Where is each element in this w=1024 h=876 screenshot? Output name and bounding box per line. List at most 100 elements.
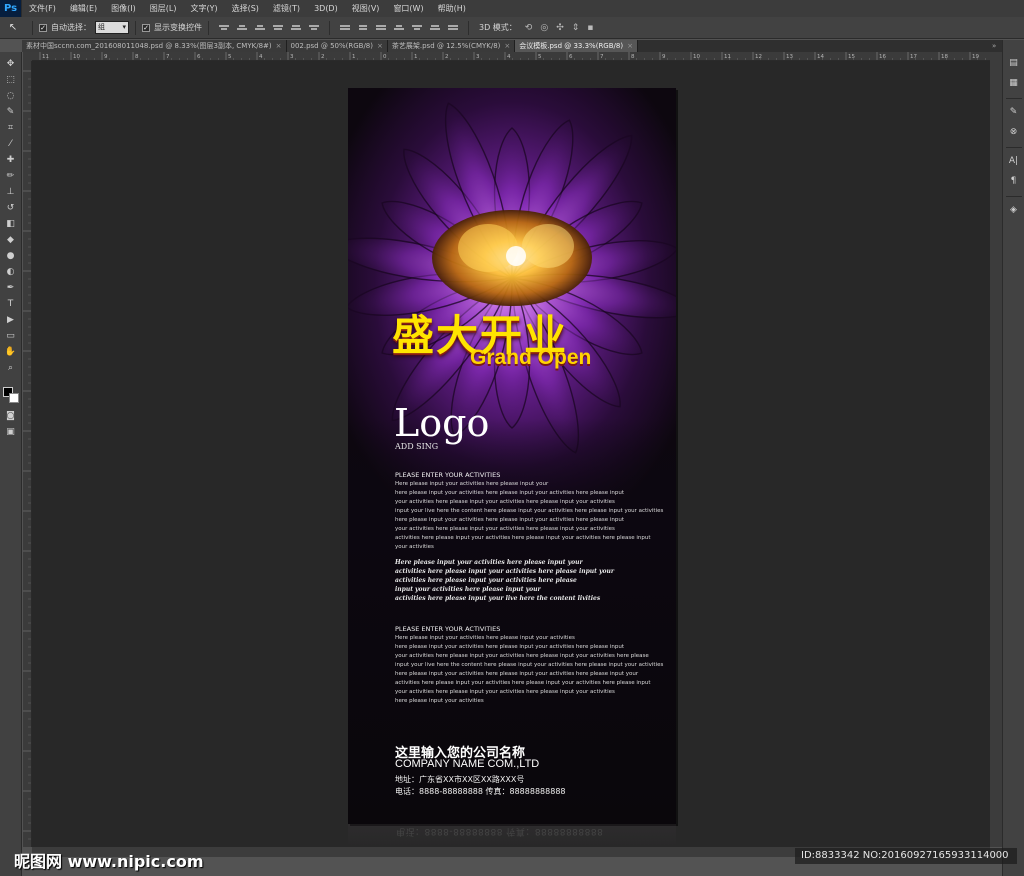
zoom-tool-icon[interactable]: ⌕ [2, 360, 20, 376]
ruler-origin[interactable] [23, 52, 32, 61]
path-selection-tool-icon[interactable]: ▶ [2, 312, 20, 328]
reflection-text: 电话：8888-88888888 传真：88888888888 [396, 826, 604, 836]
healing-brush-tool-icon[interactable]: ✚ [2, 152, 20, 168]
divider [208, 20, 209, 35]
distribute-right-icon[interactable] [429, 22, 441, 34]
paint-bucket-tool-icon[interactable]: ◆ [2, 232, 20, 248]
close-icon[interactable]: × [276, 42, 282, 50]
eraser-tool-icon[interactable]: ◧ [2, 216, 20, 232]
tabs-overflow-icon[interactable]: » [992, 40, 1002, 52]
history-brush-tool-icon[interactable]: ↺ [2, 200, 20, 216]
poster-logo-subtitle[interactable]: ADD SING [395, 442, 438, 451]
clone-stamp-tool-icon[interactable]: ⊥ [2, 184, 20, 200]
menu-3d[interactable]: 3D(D) [307, 0, 345, 17]
align-vcenter-icon[interactable] [236, 22, 248, 34]
body-line: activities here please input your live h… [395, 595, 601, 602]
3d-panel-icon[interactable]: ◈ [1005, 201, 1023, 219]
close-icon[interactable]: × [377, 42, 383, 50]
poster-title-english[interactable]: Grand Open [470, 346, 591, 370]
vertical-scrollbar[interactable] [990, 52, 1002, 847]
eyedropper-tool-icon[interactable]: ⁄ [2, 136, 20, 152]
photoshop-logo-icon[interactable]: Ps [0, 0, 22, 17]
close-icon[interactable]: × [627, 42, 633, 50]
close-icon[interactable]: × [504, 42, 510, 50]
auto-align-icon[interactable] [447, 22, 459, 34]
blur-tool-icon[interactable]: ● [2, 248, 20, 264]
align-hcenter-icon[interactable] [290, 22, 302, 34]
auto-select-dropdown[interactable]: 组 [95, 21, 129, 34]
menu-image[interactable]: 图像(I) [104, 0, 143, 17]
marquee-tool-icon[interactable]: ⬚ [2, 72, 20, 88]
3d-slide-icon[interactable]: ⇕ [572, 23, 580, 33]
3d-pan-icon[interactable]: ✣ [556, 23, 564, 33]
move-tool-preset-icon[interactable]: ↖ [0, 17, 26, 39]
tab-document-2[interactable]: 002.psd @ 50%(RGB/8) × [286, 40, 388, 52]
section-italic-body[interactable]: Here please input your activities here p… [395, 558, 614, 603]
company-address[interactable]: 地址：广东省XX市XX区XX路XXX号 [395, 774, 524, 785]
poster-logo[interactable]: Logo [394, 404, 489, 442]
section-title[interactable]: PLEASE ENTER YOUR ACTIVITIES [395, 471, 500, 479]
lasso-tool-icon[interactable]: ◌ [2, 88, 20, 104]
crop-tool-icon[interactable]: ⌗ [2, 120, 20, 136]
tools-panel: ✥ ⬚ ◌ ✎ ⌗ ⁄ ✚ ✏ ⊥ ↺ ◧ ◆ ● ◐ ✒ T ▶ ▭ ✋ ⌕ … [0, 52, 22, 876]
brush-tool-icon[interactable]: ✏ [2, 168, 20, 184]
show-transform-checkbox[interactable]: ✓ 显示变换控件 [142, 22, 202, 33]
align-bottom-icon[interactable] [254, 22, 266, 34]
distribute-left-icon[interactable] [393, 22, 405, 34]
auto-select-checkbox[interactable]: ✓ 自动选择： 组 [39, 21, 129, 34]
menu-filter[interactable]: 滤镜(T) [266, 0, 307, 17]
3d-rotate-icon[interactable]: ⟲ [525, 23, 533, 33]
checkbox-checked-icon: ✓ [39, 23, 47, 32]
color-swatches[interactable] [2, 386, 20, 404]
3d-scale-icon[interactable]: ▪ [587, 23, 593, 33]
quick-select-tool-icon[interactable]: ✎ [2, 104, 20, 120]
distribute-vcenter-icon[interactable] [357, 22, 369, 34]
tab-document-1[interactable]: 素材中国sccnn.com_201608011048.psd @ 8.33%(图… [22, 40, 287, 52]
company-phone[interactable]: 电话：8888-88888888 传真：88888888888 [395, 786, 566, 797]
menu-type[interactable]: 文字(Y) [183, 0, 224, 17]
tab-document-active[interactable]: 会议模板.psd @ 33.3%(RGB/8) × [515, 40, 638, 52]
properties-panel-icon[interactable]: ▦ [1005, 74, 1023, 92]
menu-file[interactable]: 文件(F) [22, 0, 63, 17]
section-title[interactable]: PLEASE ENTER YOUR ACTIVITIES [395, 625, 500, 633]
distribute-hcenter-icon[interactable] [411, 22, 423, 34]
character-panel-icon[interactable]: A| [1005, 152, 1023, 170]
menu-select[interactable]: 选择(S) [225, 0, 266, 17]
brush-panel-icon[interactable]: ✎ [1005, 103, 1023, 121]
poster-canvas[interactable]: 盛大开业 Grand Open Logo ADD SING PLEASE ENT… [348, 88, 676, 824]
history-panel-icon[interactable]: ▤ [1005, 54, 1023, 72]
horizontal-ruler[interactable]: 11 10 9 8 7 6 5 4 3 2 1 0 1 2 3 4 5 6 7 8 9 10 11 12 13 14 15 16 17 1… [32, 52, 990, 61]
move-tool-icon[interactable]: ✥ [2, 56, 20, 72]
rectangle-tool-icon[interactable]: ▭ [2, 328, 20, 344]
distribute-bottom-icon[interactable] [375, 22, 387, 34]
menu-layer[interactable]: 图层(L) [143, 0, 184, 17]
ruler-label: 6 [197, 54, 201, 60]
body-line: here please input your activities here p… [395, 671, 639, 677]
section-body[interactable]: Here please input your activities here p… [395, 480, 663, 552]
menu-help[interactable]: 帮助(H) [431, 0, 473, 17]
align-left-icon[interactable] [272, 22, 284, 34]
pen-tool-icon[interactable]: ✒ [2, 280, 20, 296]
distribute-top-icon[interactable] [339, 22, 351, 34]
paragraph-panel-icon[interactable]: ¶ [1005, 172, 1023, 190]
tab-document-3[interactable]: 茶艺展架.psd @ 12.5%(CMYK/8) × [387, 40, 516, 52]
menu-view[interactable]: 视图(V) [345, 0, 387, 17]
clone-source-panel-icon[interactable]: ⊗ [1005, 123, 1023, 141]
vertical-ruler[interactable] [23, 61, 32, 847]
align-top-icon[interactable] [218, 22, 230, 34]
quick-mask-icon[interactable]: ◙ [2, 408, 20, 424]
3d-roll-icon[interactable]: ◎ [540, 23, 548, 33]
dodge-tool-icon[interactable]: ◐ [2, 264, 20, 280]
hand-tool-icon[interactable]: ✋ [2, 344, 20, 360]
menu-edit[interactable]: 编辑(E) [63, 0, 104, 17]
screen-mode-icon[interactable]: ▣ [2, 424, 20, 440]
ruler-label: 10 [73, 54, 80, 60]
align-right-icon[interactable] [308, 22, 320, 34]
section-body[interactable]: Here please input your activities here p… [395, 634, 663, 706]
type-tool-icon[interactable]: T [2, 296, 20, 312]
menu-window[interactable]: 窗口(W) [386, 0, 430, 17]
body-line: Here please input your activities here p… [395, 481, 549, 487]
company-name-english[interactable]: COMPANY NAME COM.,LTD [395, 758, 539, 770]
background-color-swatch[interactable] [8, 393, 19, 403]
canvas-workspace[interactable]: 盛大开业 Grand Open Logo ADD SING PLEASE ENT… [32, 61, 990, 847]
